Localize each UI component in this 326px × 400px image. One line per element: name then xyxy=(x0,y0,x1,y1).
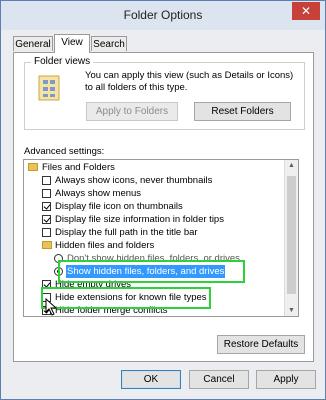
checkbox[interactable] xyxy=(42,202,51,211)
folder-view-icon xyxy=(38,75,60,101)
restore-defaults-button[interactable]: Restore Defaults xyxy=(217,335,305,354)
folder-options-window: Folder Options ✕ General View Search Fol… xyxy=(0,0,326,400)
tab-general[interactable]: General xyxy=(13,36,53,51)
title-bar: Folder Options ✕ xyxy=(1,1,325,30)
checkbox[interactable] xyxy=(42,189,51,198)
list-item-label: Display file icon on thumbnails xyxy=(55,201,183,212)
advanced-settings-label: Advanced settings: xyxy=(24,146,105,157)
mouse-cursor-icon xyxy=(45,298,58,316)
checkbox[interactable] xyxy=(42,215,51,224)
apply-button[interactable]: Apply xyxy=(256,370,316,389)
tab-search[interactable]: Search xyxy=(91,36,127,51)
apply-to-folders-button[interactable]: Apply to Folders xyxy=(86,102,178,121)
scrollbar-thumb[interactable] xyxy=(287,176,296,294)
list-item-label: Display the full path in the title bar xyxy=(55,227,198,238)
tab-view[interactable]: View xyxy=(54,34,90,53)
reset-folders-button[interactable]: Reset Folders xyxy=(194,102,291,121)
list-item-label: Always show menus xyxy=(55,188,142,199)
scroll-down-icon[interactable]: ▼ xyxy=(288,307,295,314)
scroll-up-icon[interactable]: ▲ xyxy=(288,162,295,169)
close-button[interactable]: ✕ xyxy=(292,2,320,20)
list-item-label: Hidden files and folders xyxy=(55,240,155,251)
folder-views-legend: Folder views xyxy=(31,56,94,67)
window-title: Folder Options xyxy=(123,8,203,22)
list-item-label: Always show icons, never thumbnails xyxy=(55,175,213,186)
checkbox[interactable] xyxy=(42,176,51,185)
folder-views-description: You can apply this view (such as Details… xyxy=(85,70,294,93)
checkbox[interactable] xyxy=(42,228,51,237)
folder-views-group: Folder views You can apply this view (su… xyxy=(24,56,305,130)
folder-icon xyxy=(28,163,38,171)
highlight-box xyxy=(41,287,211,309)
list-item-label: Display file size information in folder … xyxy=(55,214,224,225)
folder-icon xyxy=(42,241,52,249)
list-item-label: Files and Folders xyxy=(42,162,115,173)
list-scrollbar[interactable]: ▲ ▼ xyxy=(284,160,298,316)
cancel-button[interactable]: Cancel xyxy=(189,370,249,389)
highlight-box xyxy=(58,260,245,283)
ok-button[interactable]: OK xyxy=(121,370,181,389)
